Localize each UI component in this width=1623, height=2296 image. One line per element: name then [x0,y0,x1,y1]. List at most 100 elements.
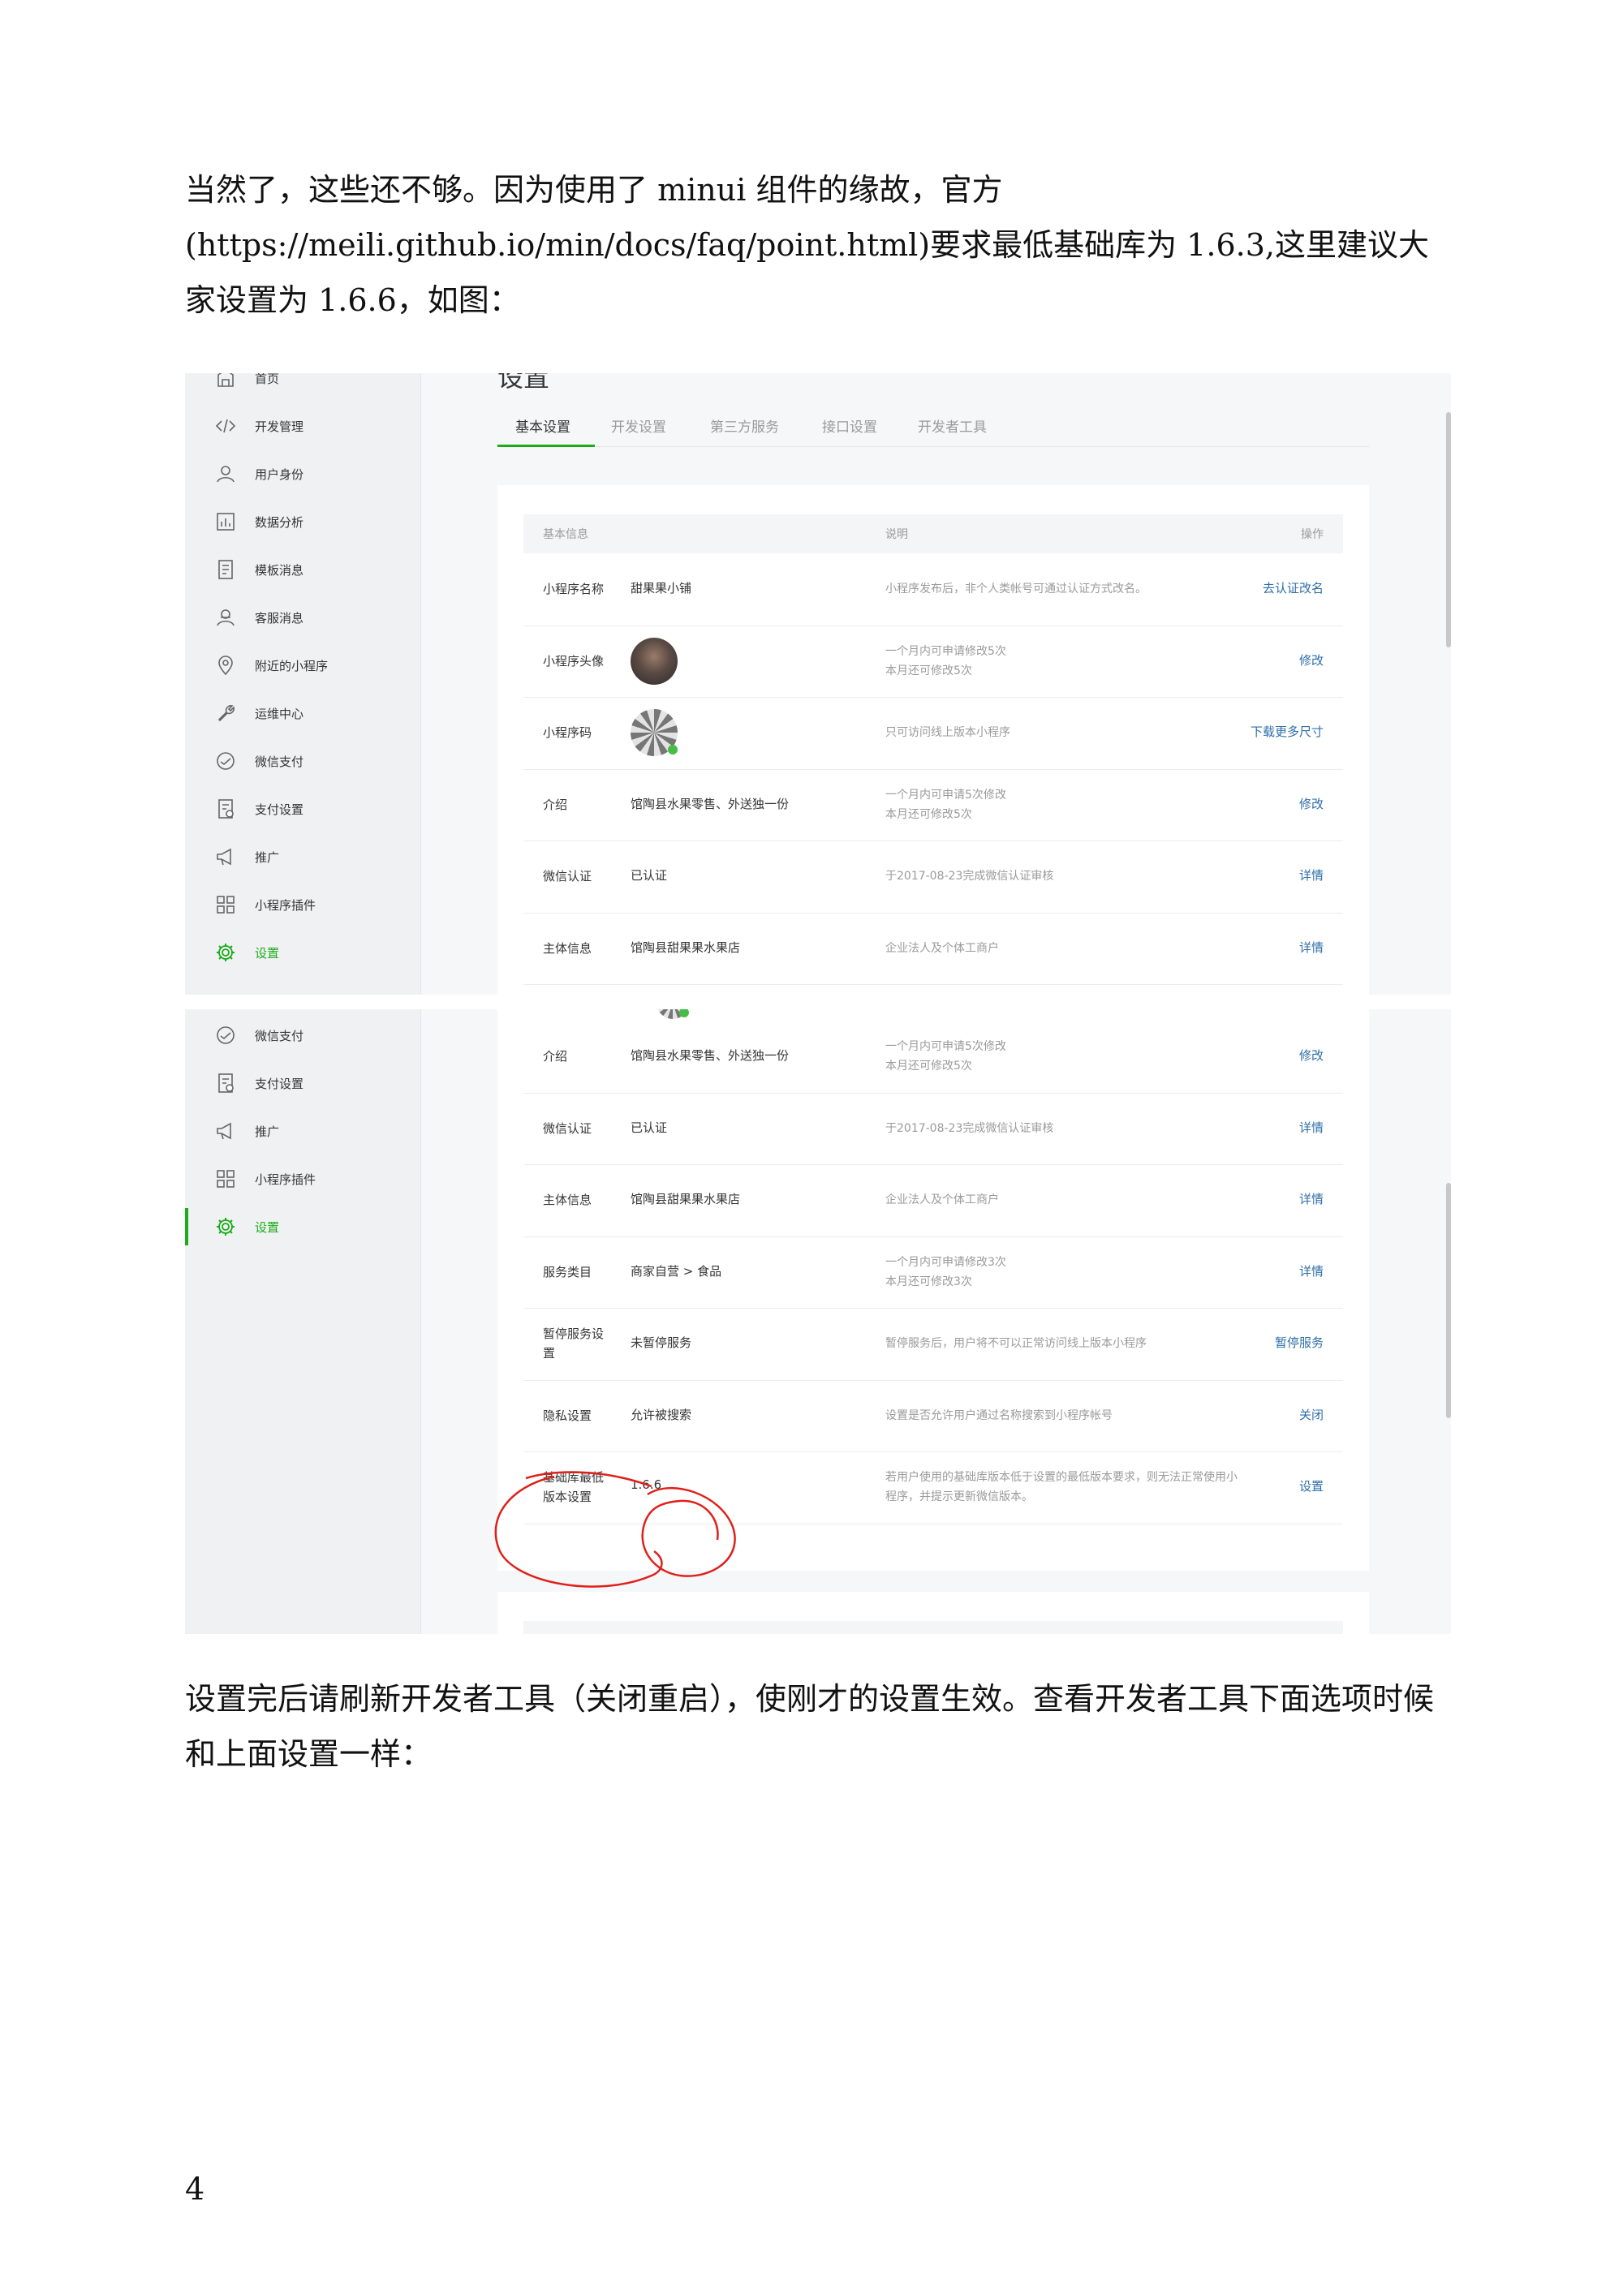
row-description: 一个月内可申请5次修改 本月还可修改5次 [885,788,1006,821]
next-card [497,1592,1369,1634]
row-action-link[interactable]: 详情 [1299,1190,1324,1207]
row-action-link[interactable]: 设置 [1299,1477,1324,1494]
row-label: 隐私设置 [543,1408,592,1423]
header-basic-info: 基本信息 [543,528,588,541]
row-label: 小程序名称 [543,582,605,597]
row-description: 只可访问线上版本小程序 [885,726,1010,740]
table-row: 小程序头像 一个月内可申请修改5次 本月还可修改5次 修改 [523,626,1343,698]
sidebar-item-code[interactable]: 开发管理 [214,410,304,442]
sidebar-item-label: 模板消息 [255,562,304,578]
row-label: 暂停服务设置 [543,1326,605,1361]
home-icon [217,373,234,387]
tab-basic-settings[interactable]: 基本设置 [515,415,570,436]
sidebar-item-gear[interactable]: 设置 [214,936,279,969]
user-icon [217,466,235,483]
sidebar-item-label: 开发管理 [255,419,304,434]
row-action-link[interactable]: 关闭 [1299,1406,1324,1423]
table-header: 基本信息 说明 操作 [523,514,1343,553]
table-header [523,1621,1343,1634]
page-title: 设置 [497,373,550,393]
template-icon [218,560,233,579]
main-panel: 介绍 馆陶县水果零售、外送独一份 一个月内可申请5次修改 本月还可修改5次 修改 微信认证… [421,1009,1451,1634]
sidebar-item-label: 小程序插件 [255,1172,316,1187]
row-value: 馆陶县水果零售、外送独一份 [631,1048,790,1064]
row-action-link[interactable]: 修改 [1299,795,1324,812]
row-action-link[interactable]: 去认证改名 [1263,579,1324,596]
wrench-icon [217,705,235,722]
row-action-link[interactable]: 暂停服务 [1275,1334,1324,1351]
sidebar-item-label: 运维中心 [255,706,304,721]
sidebar-item-gear[interactable]: 设置 [214,1210,279,1243]
gear-icon [217,1218,235,1236]
tab-dev-tools[interactable]: 开发者工具 [918,415,987,436]
avatar [631,637,678,685]
table-row: 小程序名称 甜果果小铺 小程序发布后，非个人类帐号可通过认证方式改名。 去认证改名 [523,553,1343,626]
sidebar-item-plugin[interactable]: 小程序插件 [214,1163,316,1195]
row-description: 小程序发布后，非个人类帐号可通过认证方式改名。 [885,583,1147,596]
sidebar-item-service[interactable]: 客服消息 [214,601,304,634]
row-description: 一个月内可申请5次修改 本月还可修改5次 [885,1040,1006,1073]
row-label: 微信认证 [543,869,592,884]
table-row: 小程序码 只可访问线上版本小程序 下载更多尺寸 [523,697,1343,770]
gear-icon [217,944,235,961]
table-row: 基础库最低版本设置 1.6.6 若用户使用的基础库版本低于设置的最低版本要求，则无法… [523,1451,1343,1524]
row-description: 于2017-08-23完成微信认证审核 [885,870,1054,884]
row-action-link[interactable]: 详情 [1299,939,1324,956]
row-label: 小程序头像 [543,653,605,669]
row-value: 商家自营 > 食品 [631,1263,722,1279]
row-description: 若用户使用的基础库版本低于设置的最低版本要求，则无法正常使用小程序，并提示更新微… [885,1471,1238,1504]
table-row: 微信认证 已认证 于2017-08-23完成微信认证审核 详情 [523,1093,1343,1165]
sidebar-item-pay[interactable]: 微信支付 [214,745,304,777]
header-actions: 操作 [1301,528,1324,541]
row-label: 主体信息 [543,1193,592,1208]
row-description: 于2017-08-23完成微信认证审核 [885,1121,1054,1135]
scrollbar[interactable] [1446,1183,1451,1418]
row-label: 微信认证 [543,1120,592,1136]
megaphone-icon [217,1122,231,1140]
sidebar-item-plugin[interactable]: 小程序插件 [214,888,316,921]
sidebar-item-user[interactable]: 用户身份 [214,458,304,490]
sidebar-item-template[interactable]: 模板消息 [214,553,304,586]
row-value: 1.6.6 [631,1477,662,1493]
sidebar: 首页开发管理用户身份数据分析模板消息客服消息附近的小程序 运维中心微信支付支付设置… [185,373,421,995]
tab-api-settings[interactable]: 接口设置 [822,415,877,436]
table-row: 介绍 馆陶县水果零售、外送独一份 一个月内可申请5次修改 本月还可修改5次 修改 [523,769,1343,841]
sidebar-item-label: 推广 [255,849,280,865]
intro-paragraph: 当然了，这些还不够。因为使用了 minui 组件的缘故，官方 (https://… [185,172,1429,318]
sidebar-item-pay-settings[interactable]: 支付设置 [214,793,304,825]
page-number: 4 [185,2171,205,2207]
row-action-link[interactable]: 下载更多尺寸 [1251,723,1324,740]
sidebar-item-label: 附近的小程序 [255,658,329,673]
row-description: 一个月内可申请修改3次 本月还可修改3次 [885,1255,1006,1288]
tab-dev-settings[interactable]: 开发设置 [611,415,666,436]
sidebar-item-chart[interactable]: 数据分析 [214,505,304,538]
sidebar-item-label: 客服消息 [255,610,304,626]
table-row: 微信认证 已认证 于2017-08-23完成微信认证审核 详情 [523,841,1343,914]
row-value: 允许被搜索 [631,1407,692,1422]
table-row: 介绍 馆陶县水果零售、外送独一份 一个月内可申请5次修改 本月还可修改5次 修改 [523,1021,1343,1094]
row-action-link[interactable]: 详情 [1299,1119,1324,1136]
service-icon [217,609,235,626]
row-action-link[interactable]: 修改 [1299,651,1324,669]
sidebar-item-label: 小程序插件 [255,897,316,913]
scrollbar[interactable] [1446,412,1451,647]
sidebar-item-location[interactable]: 附近的小程序 [214,649,328,681]
sidebar-item-home[interactable]: 首页 [214,373,279,394]
row-action-link[interactable]: 修改 [1299,1047,1324,1064]
sidebar-item-pay[interactable]: 微信支付 [214,1019,304,1051]
row-action-link[interactable]: 详情 [1299,866,1324,884]
screenshot-settings-top: 首页开发管理用户身份数据分析模板消息客服消息附近的小程序 运维中心微信支付支付设置… [185,373,1451,995]
row-label: 服务类目 [543,1264,592,1279]
plugin-icon [217,1170,235,1188]
sidebar-item-wrench[interactable]: 运维中心 [214,697,304,729]
sidebar-item-pay-settings[interactable]: 支付设置 [214,1067,304,1099]
sidebar-item-megaphone[interactable]: 推广 [214,841,279,873]
row-action-link[interactable]: 详情 [1299,1262,1324,1279]
row-label: 基础库最低版本设置 [543,1470,605,1505]
active-tab-indicator [497,445,595,447]
row-description: 企业法人及个体工商户 [885,1193,999,1207]
pay-icon [217,752,235,770]
basic-info-card: 介绍 馆陶县水果零售、外送独一份 一个月内可申请5次修改 本月还可修改5次 修改 微信认证… [497,1009,1369,1571]
tab-third-party[interactable]: 第三方服务 [710,415,779,436]
sidebar-item-megaphone[interactable]: 推广 [214,1115,279,1147]
